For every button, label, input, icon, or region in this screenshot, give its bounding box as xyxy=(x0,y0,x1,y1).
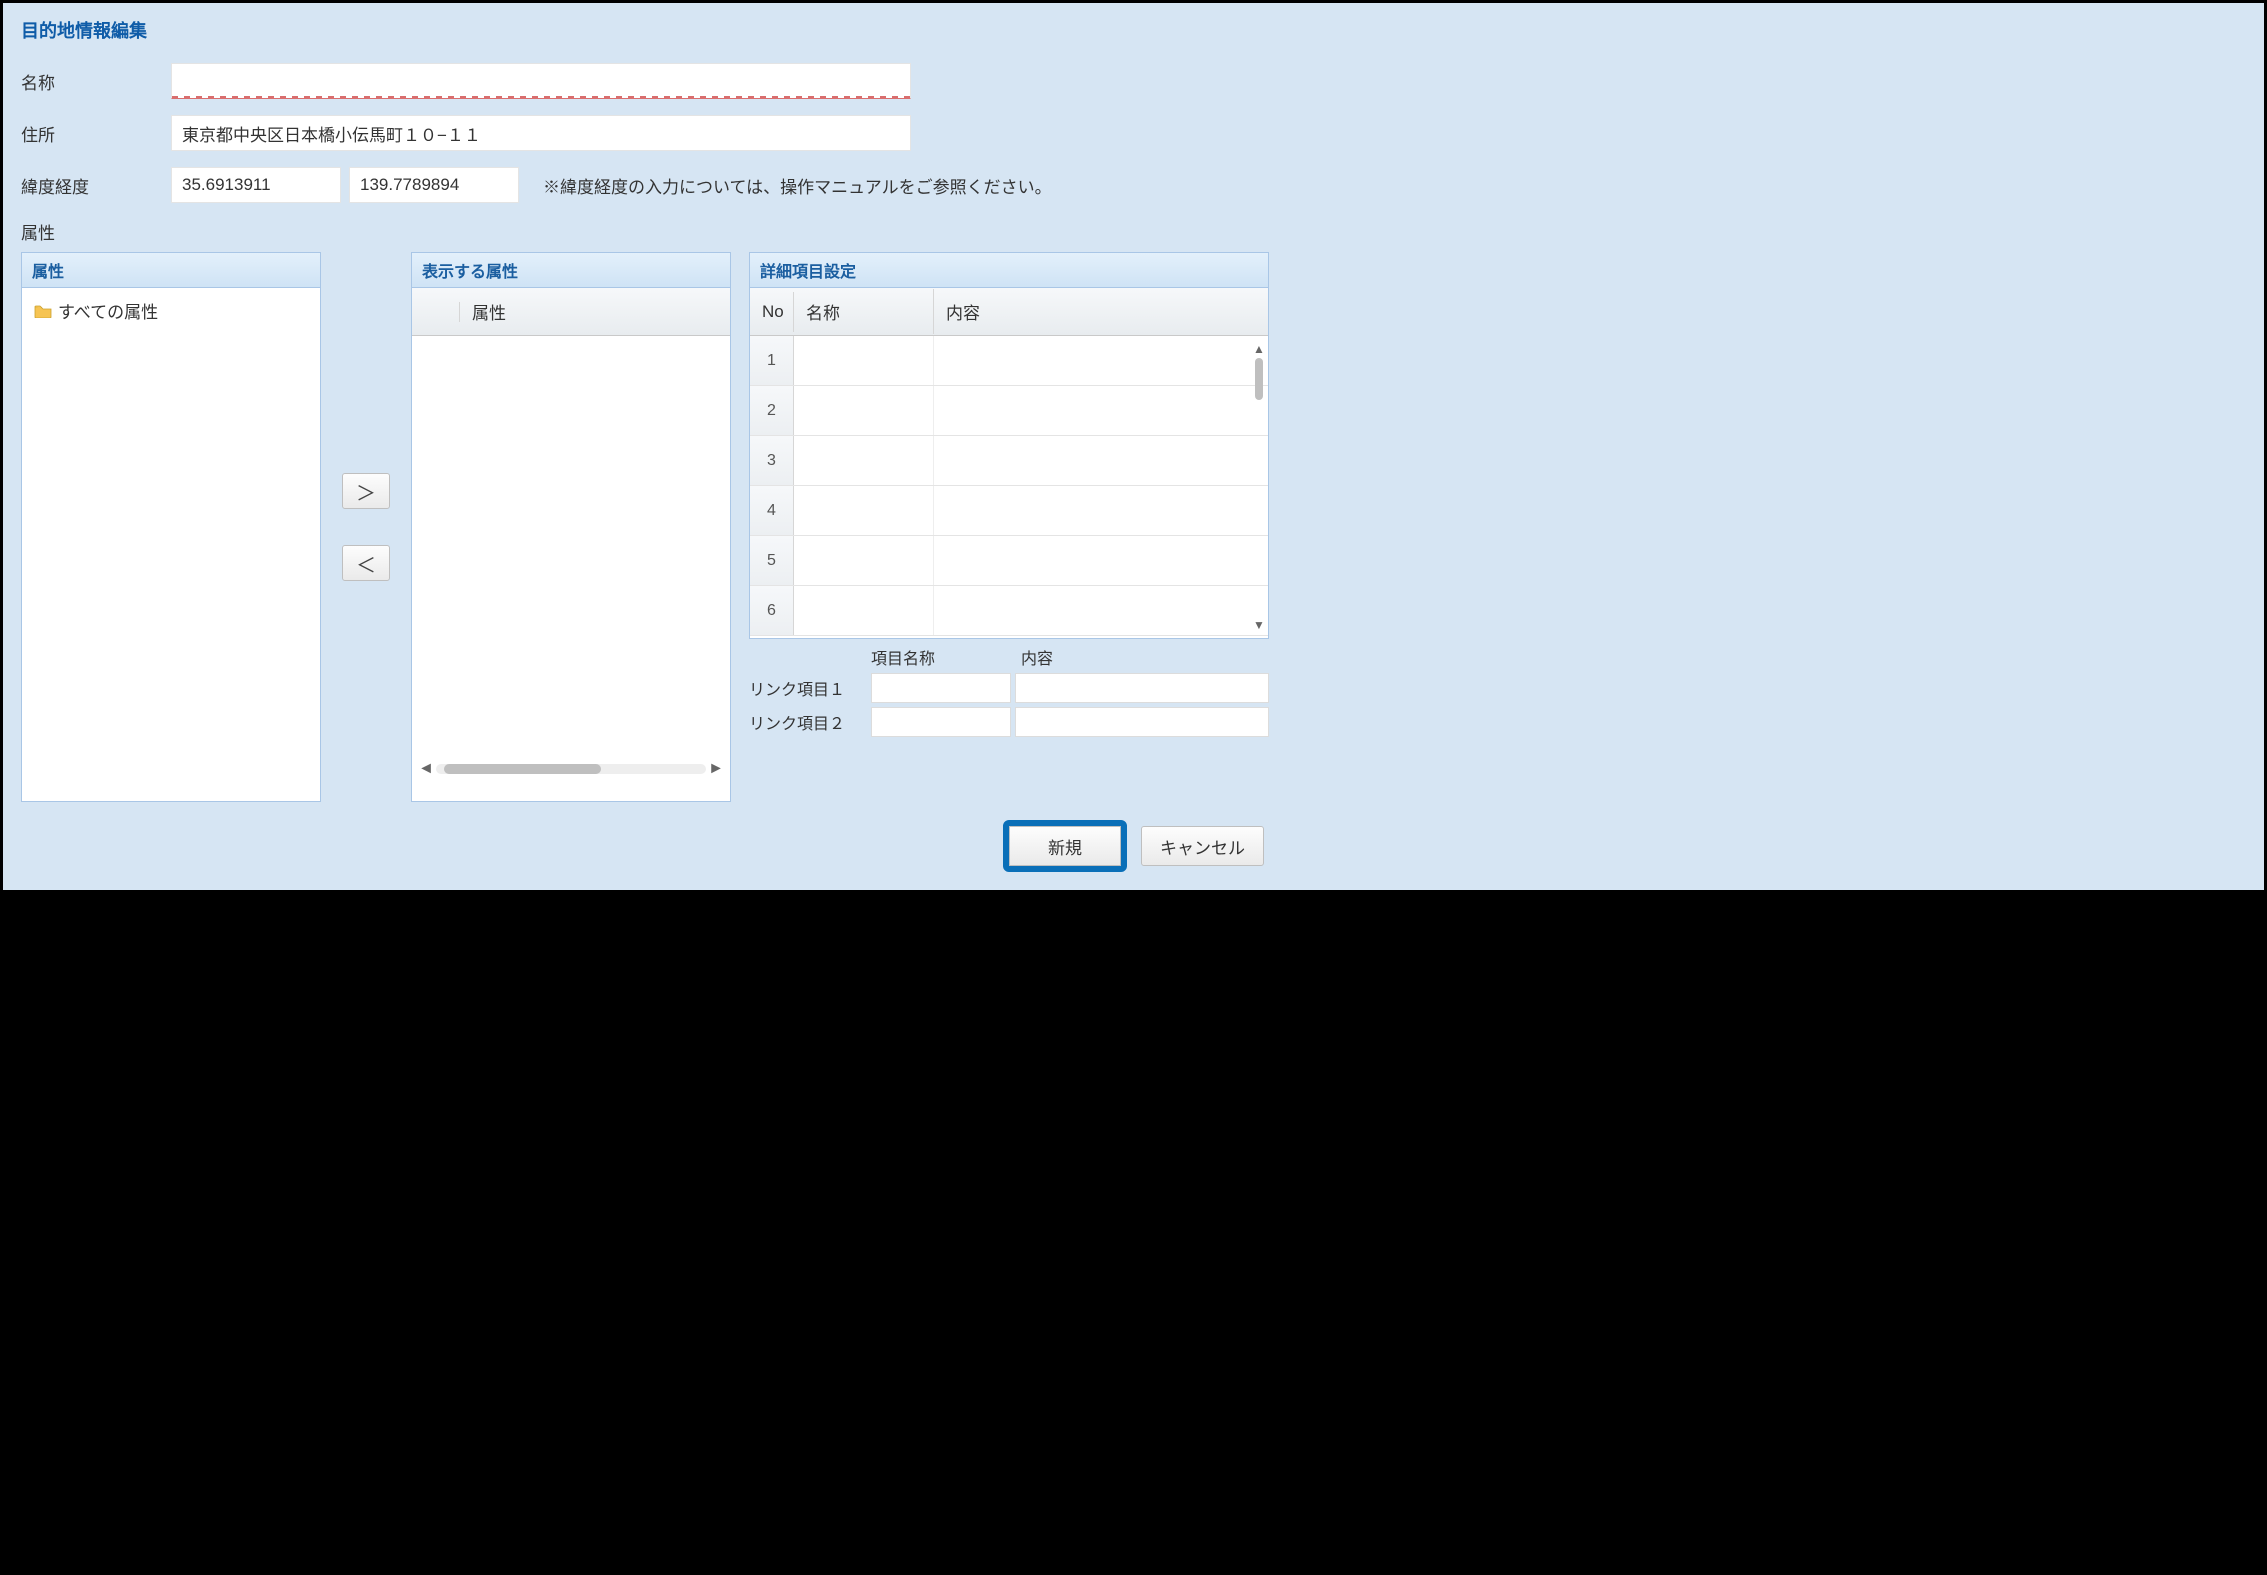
scroll-down-icon: ▼ xyxy=(1252,618,1266,632)
table-row[interactable]: 2 xyxy=(750,386,1268,436)
move-left-button[interactable]: ＜ xyxy=(342,545,390,581)
name-input[interactable] xyxy=(171,63,911,99)
vscroll-thumb[interactable] xyxy=(1255,358,1263,400)
panel-display-attr: 表示する属性 属性 ◄ ► xyxy=(411,252,731,802)
detail-col-name: 名称 xyxy=(794,289,934,334)
row-name-cell[interactable] xyxy=(794,336,934,385)
link1-name-input[interactable] xyxy=(871,673,1011,703)
display-attr-col: 属性 xyxy=(460,289,730,334)
detail-table: No 名称 内容 1 2 xyxy=(750,288,1268,638)
hscroll-thumb[interactable] xyxy=(444,764,601,774)
row-content-cell[interactable] xyxy=(934,486,1268,535)
link1-content-input[interactable] xyxy=(1015,673,1269,703)
detail-col-content: 内容 xyxy=(934,289,1268,334)
row-content-cell[interactable] xyxy=(934,436,1268,485)
vscroll-track xyxy=(1255,358,1263,616)
row-name-cell[interactable] xyxy=(794,486,934,535)
row-name: 名称 xyxy=(21,63,2246,99)
row-no: 2 xyxy=(750,386,794,435)
hscroll-track xyxy=(436,764,706,774)
display-attr-grid-body: ◄ ► xyxy=(412,336,730,784)
link-header-name: 項目名称 xyxy=(871,645,1021,669)
display-attr-grid-header: 属性 xyxy=(412,288,730,336)
row-content-cell[interactable] xyxy=(934,386,1268,435)
address-input[interactable] xyxy=(171,115,911,151)
detail-grid-header: No 名称 内容 xyxy=(750,288,1268,336)
scroll-up-icon: ▲ xyxy=(1252,342,1266,356)
label-attributes: 属性 xyxy=(21,219,2246,244)
scroll-left-icon: ◄ xyxy=(418,761,434,777)
row-content-cell[interactable] xyxy=(934,336,1268,385)
link2-content-input[interactable] xyxy=(1015,707,1269,737)
display-attr-col-spacer xyxy=(412,302,460,322)
link-row-2: リンク項目２ xyxy=(749,707,1269,737)
longitude-input[interactable] xyxy=(349,167,519,203)
link1-label: リンク項目１ xyxy=(749,676,871,700)
panel-attr-tree: 属性 すべての属性 xyxy=(21,252,321,802)
link2-label: リンク項目２ xyxy=(749,710,871,734)
tree-root-label: すべての属性 xyxy=(58,298,158,323)
link-row-1: リンク項目１ xyxy=(749,673,1269,703)
row-name-cell[interactable] xyxy=(794,436,934,485)
label-address: 住所 xyxy=(21,121,171,146)
link-section: 項目名称 内容 リンク項目１ リンク項目２ xyxy=(749,645,1269,741)
primary-highlight: 新規 xyxy=(1003,820,1127,872)
link-header-content: 内容 xyxy=(1021,645,1269,669)
dialog-footer: 新規 キャンセル xyxy=(21,820,2246,872)
link-headers: 項目名称 内容 xyxy=(749,645,1269,669)
detail-rows: 1 2 3 xyxy=(750,336,1268,638)
row-no: 6 xyxy=(750,586,794,635)
tree-root-item[interactable]: すべての属性 xyxy=(34,298,308,323)
right-column: 詳細項目設定 No 名称 内容 1 2 xyxy=(749,252,1269,802)
table-row[interactable]: 1 xyxy=(750,336,1268,386)
panel-display-attr-header: 表示する属性 xyxy=(412,253,730,288)
detail-col-no: No xyxy=(750,292,794,332)
transfer-buttons: ＞ ＜ xyxy=(321,252,411,802)
destination-edit-dialog: 目的地情報編集 名称 住所 緯度経度 ※緯度経度の入力については、操作マニュアル… xyxy=(3,3,2264,890)
display-attr-hscroll[interactable]: ◄ ► xyxy=(418,760,724,778)
panel-detail-header: 詳細項目設定 xyxy=(750,253,1268,288)
row-name-cell[interactable] xyxy=(794,386,934,435)
scroll-right-icon: ► xyxy=(708,761,724,777)
cancel-button[interactable]: キャンセル xyxy=(1141,826,1264,866)
attr-tree: すべての属性 xyxy=(22,288,320,333)
panel-detail: 詳細項目設定 No 名称 内容 1 2 xyxy=(749,252,1269,639)
table-row[interactable]: 6 xyxy=(750,586,1268,636)
move-right-button[interactable]: ＞ xyxy=(342,473,390,509)
table-row[interactable]: 5 xyxy=(750,536,1268,586)
attributes-area: 属性 すべての属性 ＞ ＜ 表示する属性 属性 ◄ xyxy=(21,252,2246,802)
row-content-cell[interactable] xyxy=(934,536,1268,585)
table-row[interactable]: 3 xyxy=(750,436,1268,486)
table-row[interactable]: 4 xyxy=(750,486,1268,536)
row-name-cell[interactable] xyxy=(794,536,934,585)
detail-vscroll[interactable]: ▲ ▼ xyxy=(1252,342,1266,632)
link2-name-input[interactable] xyxy=(871,707,1011,737)
row-no: 3 xyxy=(750,436,794,485)
new-button[interactable]: 新規 xyxy=(1009,826,1121,866)
label-name: 名称 xyxy=(21,69,171,94)
row-name-cell[interactable] xyxy=(794,586,934,635)
row-content-cell[interactable] xyxy=(934,586,1268,635)
row-latlon: 緯度経度 ※緯度経度の入力については、操作マニュアルをご参照ください。 xyxy=(21,167,2246,203)
latitude-input[interactable] xyxy=(171,167,341,203)
panel-attr-tree-header: 属性 xyxy=(22,253,320,288)
latlon-hint: ※緯度経度の入力については、操作マニュアルをご参照ください。 xyxy=(543,173,1052,198)
row-no: 1 xyxy=(750,336,794,385)
row-address: 住所 xyxy=(21,115,2246,151)
dialog-title: 目的地情報編集 xyxy=(21,17,2246,43)
label-latlon: 緯度経度 xyxy=(21,173,171,198)
row-no: 5 xyxy=(750,536,794,585)
folder-icon xyxy=(34,304,52,318)
row-no: 4 xyxy=(750,486,794,535)
gap xyxy=(731,252,749,802)
